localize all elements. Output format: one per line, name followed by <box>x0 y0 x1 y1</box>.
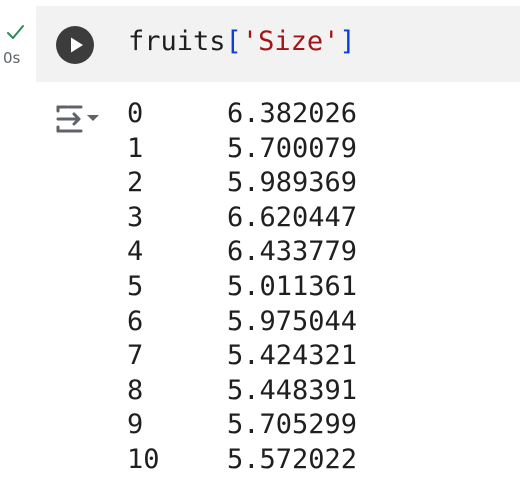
code-editor[interactable]: fruits['Size'] <box>128 25 356 59</box>
code-identifier: fruits <box>128 26 226 57</box>
series-value: 5.448391 <box>227 374 358 406</box>
series-index: 2 <box>127 167 144 199</box>
code-string-literal: 'Size' <box>241 26 340 57</box>
check-icon <box>7 25 24 39</box>
series-index: 3 <box>127 201 144 233</box>
execution-time: 0s <box>3 49 21 67</box>
series-value: 5.700079 <box>227 132 358 164</box>
series-value: 6.433779 <box>227 236 358 268</box>
output-actions-button[interactable] <box>55 103 101 135</box>
series-value: 5.975044 <box>227 305 358 337</box>
series-index: 4 <box>127 236 144 268</box>
code-cell[interactable]: fruits['Size'] <box>36 6 520 82</box>
series-index: 5 <box>127 270 144 302</box>
series-index: 1 <box>127 132 144 164</box>
run-cell-button[interactable] <box>56 26 94 64</box>
series-index: 8 <box>127 374 144 406</box>
series-value: 5.989369 <box>227 167 358 199</box>
series-index: 6 <box>127 305 144 337</box>
series-value: 5.424321 <box>227 340 358 372</box>
series-value: 5.011361 <box>227 270 358 302</box>
series-index: 7 <box>127 340 144 372</box>
series-index: 0 <box>127 98 144 129</box>
cell-status: 0s <box>0 20 34 72</box>
series-value: 5.705299 <box>227 409 358 441</box>
series-value: 5.572022 <box>227 443 358 475</box>
series-value: 6.382026 <box>227 98 358 129</box>
code-open-bracket: [ <box>225 26 242 57</box>
series-value: 6.620447 <box>227 201 358 233</box>
series-index: 9 <box>127 409 144 441</box>
code-close-bracket: ] <box>339 26 356 57</box>
play-icon <box>71 37 83 53</box>
output-toggle-icon <box>56 105 99 133</box>
series-index: 10 <box>127 443 160 475</box>
